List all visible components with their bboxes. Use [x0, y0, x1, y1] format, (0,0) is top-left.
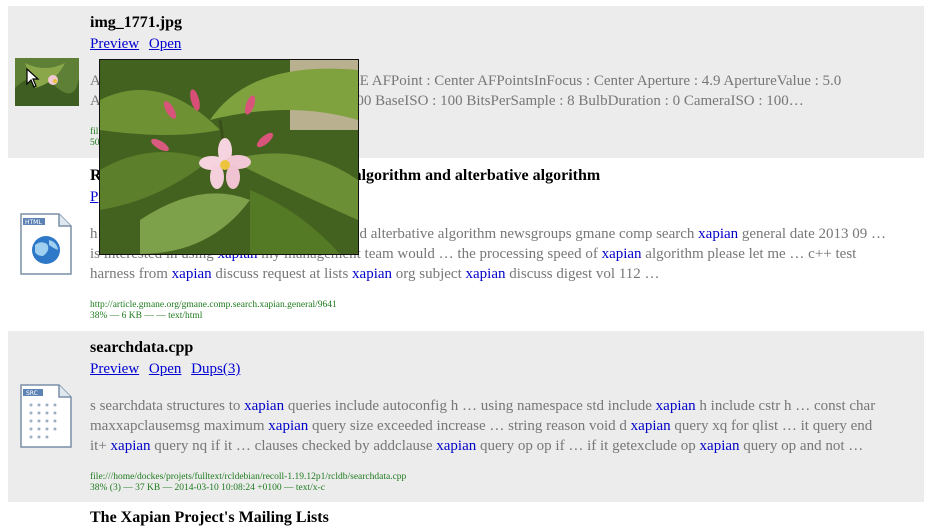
- plant-photo: [100, 60, 358, 254]
- result-meta: file:///home/dockes/projets/fulltext/rcl…: [90, 472, 406, 494]
- image-thumbnail[interactable]: [15, 58, 79, 111]
- preview-link[interactable]: P: [90, 189, 98, 205]
- svg-text:HTML: HTML: [25, 219, 42, 226]
- preview-link[interactable]: Preview: [90, 361, 139, 377]
- result-info: 38% (3) — 37 KB — 2014-03-10 10:08:24 +0…: [90, 483, 325, 493]
- mouse-cursor-icon: [26, 67, 40, 93]
- result-title: img_1771.jpg: [90, 14, 182, 31]
- result-meta: http://article.gmane.org/gmane.comp.sear…: [90, 300, 337, 322]
- result-url[interactable]: file:///home/dockes/projets/fulltext/rcl…: [90, 472, 406, 483]
- result-title: The Xapian Project's Mailing Lists: [90, 509, 329, 526]
- result-item: The Xapian Project's Mailing Lists: [8, 505, 924, 526]
- result-abstract: s searchdata structures to xapian querie…: [90, 398, 876, 454]
- source-document-icon: SRC: [17, 383, 75, 454]
- result-links: Preview Open: [90, 36, 187, 53]
- result-links: Preview Open Dups(3): [90, 361, 246, 378]
- result-title: searchdata.cpp: [90, 339, 194, 356]
- html-document-icon: HTML: [17, 212, 75, 281]
- svg-text:SRC: SRC: [26, 390, 38, 397]
- result-item: SRC searchdata.cpp Preview Open Dups(3) …: [8, 331, 924, 502]
- result-info: 38% — 6 KB — — text/html: [90, 311, 203, 321]
- result-url[interactable]: http://article.gmane.org/gmane.comp.sear…: [90, 300, 337, 311]
- open-link[interactable]: Open: [149, 36, 182, 52]
- image-preview-popup: [99, 59, 359, 255]
- open-link[interactable]: Open: [149, 361, 182, 377]
- preview-link[interactable]: Preview: [90, 36, 139, 52]
- dups-link[interactable]: Dups(3): [191, 361, 240, 377]
